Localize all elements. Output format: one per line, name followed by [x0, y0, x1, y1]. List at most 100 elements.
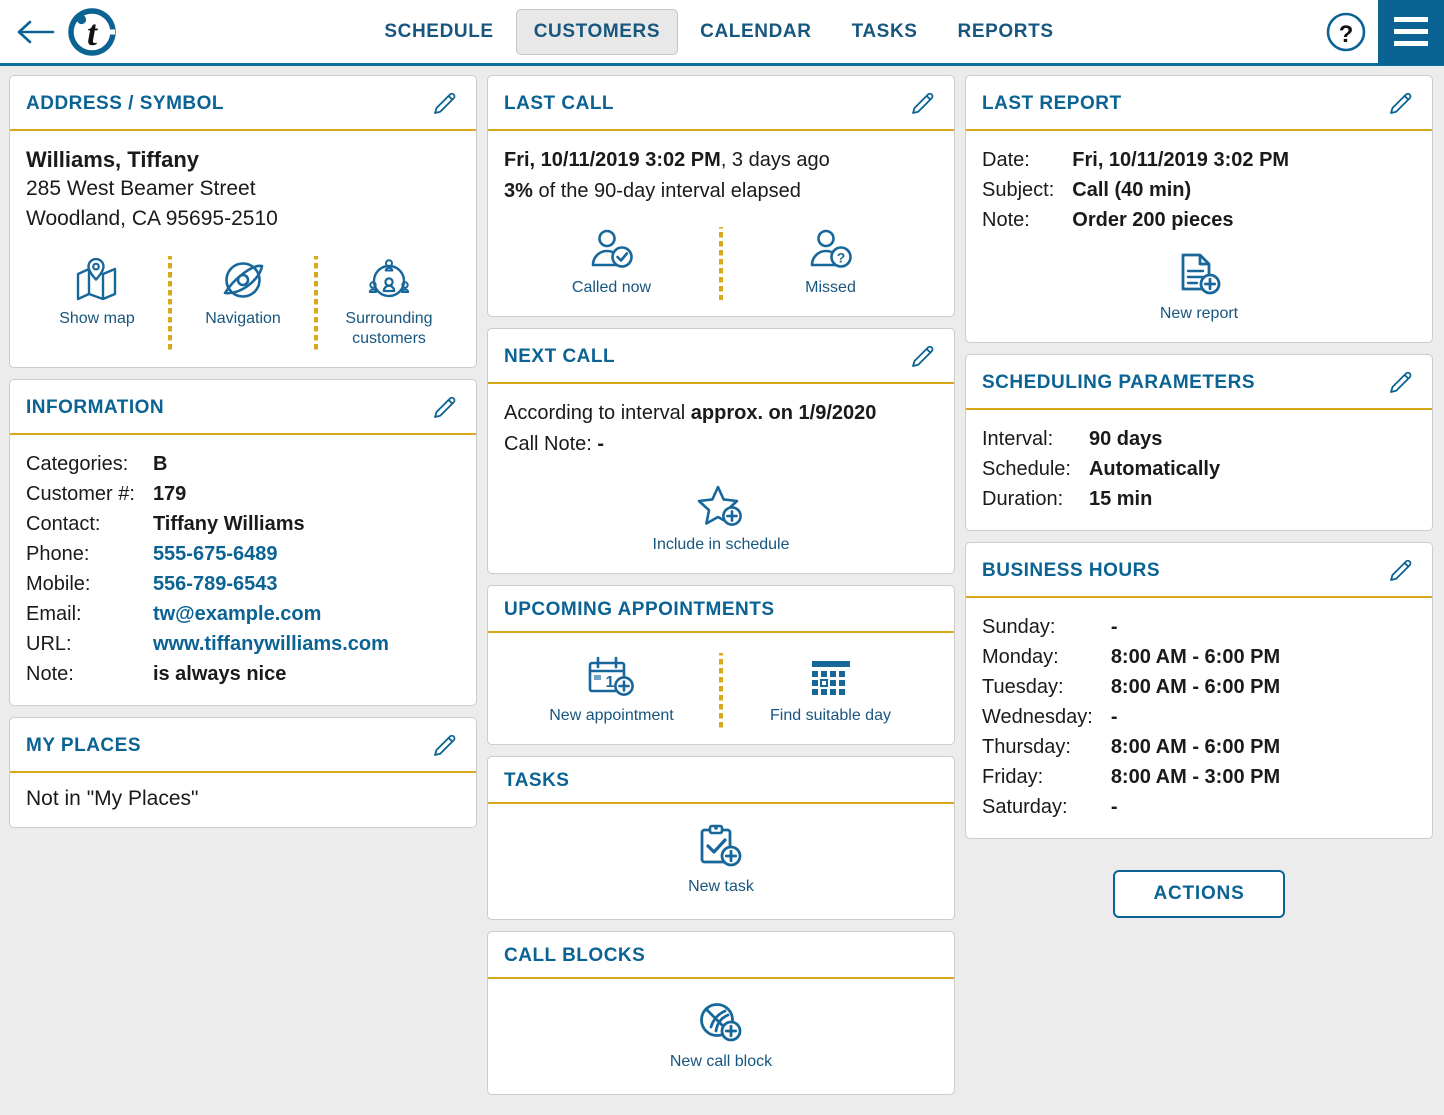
nav-item-schedule[interactable]: SCHEDULE [366, 9, 511, 55]
left-column: ADDRESS / SYMBOL Williams, Tiffany 285 W… [9, 75, 477, 829]
row-key: Note: [982, 209, 1030, 231]
pencil-icon[interactable] [430, 393, 460, 423]
pencil-icon[interactable] [430, 89, 460, 119]
list-item: Categories: B [26, 449, 389, 479]
phone-link[interactable]: 555-675-6489 [153, 539, 389, 569]
panel-header: LAST CALL [488, 76, 954, 131]
panel-header: BUSINESS HOURS [966, 543, 1432, 598]
list-item: Email: tw@example.com [26, 599, 389, 629]
information-panel: INFORMATION Categories: B Customer #: 17… [9, 379, 477, 707]
call-blocks-actions: New call block [504, 997, 938, 1074]
row-key: Saturday: [982, 796, 1068, 818]
logo-icon: t [68, 7, 116, 56]
next-call-panel: NEXT CALL According to interval approx. … [487, 328, 955, 574]
svg-text:?: ? [1339, 21, 1354, 48]
svg-text:?: ? [836, 250, 845, 266]
list-item: Date: Fri, 10/11/2019 3:02 PM [982, 145, 1289, 175]
pencil-icon[interactable] [1386, 556, 1416, 586]
row-value: Tiffany Williams [152, 513, 305, 536]
nav-item-tasks[interactable]: TASKS [834, 9, 936, 55]
pencil-icon[interactable] [1386, 89, 1416, 119]
list-item: Tuesday: 8:00 AM - 6:00 PM [982, 672, 1280, 702]
my-places-panel: MY PLACES Not in "My Places" [9, 717, 477, 829]
row-value: 8:00 AM - 3:00 PM [1110, 766, 1281, 788]
surrounding-customers-action[interactable]: Surrounding customers [318, 256, 460, 351]
panel-body: Not in "My Places" [10, 773, 476, 827]
panel-title: BUSINESS HOURS [982, 560, 1161, 581]
next-call-interval-line: According to interval approx. on 1/9/202… [504, 398, 938, 429]
pencil-icon[interactable] [430, 731, 460, 761]
panel-body: New task [488, 804, 954, 919]
nav-item-reports[interactable]: REPORTS [940, 9, 1072, 55]
row-value: Automatically [1088, 458, 1221, 480]
address-symbol-panel: ADDRESS / SYMBOL Williams, Tiffany 285 W… [9, 75, 477, 369]
upcoming-actions: 1 New appointment Find suitable day [504, 653, 938, 728]
pencil-icon[interactable] [908, 89, 938, 119]
new-report-action[interactable]: New report [1156, 249, 1242, 326]
row-key: Monday: [982, 646, 1059, 668]
list-item: Sunday: - [982, 612, 1280, 642]
list-item: Interval: 90 days [982, 424, 1220, 454]
panel-body: Sunday: - Monday: 8:00 AM - 6:00 PM Tues… [966, 598, 1432, 838]
find-suitable-day-action[interactable]: Find suitable day [723, 653, 938, 728]
back-button[interactable] [8, 0, 64, 65]
svg-text:t: t [87, 13, 98, 53]
panel-title: MY PLACES [26, 735, 142, 757]
url-link[interactable]: www.tiffanywilliams.com [153, 629, 389, 659]
include-in-schedule-label: Include in schedule [652, 536, 790, 553]
help-button[interactable]: ? [1320, 6, 1372, 58]
actions-button-container: ACTIONS [965, 850, 1433, 918]
list-item: Saturday: - [982, 792, 1280, 822]
last-call-actions: Called now ? Missed [504, 227, 938, 300]
hamburger-menu-icon [1394, 41, 1428, 46]
row-key: Sunday: [982, 616, 1056, 638]
row-key: Contact: [26, 513, 101, 536]
list-item: Customer #: 179 [26, 479, 389, 509]
row-value: is always nice [152, 663, 287, 686]
missed-action[interactable]: ? Missed [723, 227, 938, 300]
missed-label: Missed [805, 279, 856, 296]
mobile-link[interactable]: 556-789-6543 [153, 569, 389, 599]
row-value: B [152, 453, 168, 476]
row-value: 8:00 AM - 6:00 PM [1110, 676, 1281, 698]
app-logo[interactable]: t [66, 6, 118, 58]
panel-header: TASKS [488, 757, 954, 804]
document-plus-icon [1181, 253, 1221, 295]
called-now-action[interactable]: Called now [504, 227, 719, 300]
nav-item-calendar[interactable]: CALENDAR [682, 9, 829, 55]
include-in-schedule-action[interactable]: Include in schedule [649, 482, 794, 557]
row-value: - [1110, 706, 1118, 728]
actions-button[interactable]: ACTIONS [1113, 870, 1285, 918]
panel-title: TASKS [504, 770, 570, 791]
show-map-action[interactable]: Show map [26, 256, 168, 351]
panel-header: UPCOMING APPOINTMENTS [488, 586, 954, 633]
list-item: Subject: Call (40 min) [982, 175, 1289, 205]
panel-header: INFORMATION [10, 380, 476, 436]
last-report-list: Date: Fri, 10/11/2019 3:02 PM Subject: C… [982, 145, 1289, 235]
panel-header: LAST REPORT [966, 76, 1432, 131]
panel-body: Williams, Tiffany 285 West Beamer Street… [10, 131, 476, 367]
app-header: t SCHEDULE CUSTOMERS CALENDAR TASKS REPO… [0, 0, 1444, 66]
row-key: Thursday: [982, 736, 1071, 758]
call-block-plus-icon [700, 1003, 742, 1042]
new-task-action[interactable]: New task [684, 822, 758, 899]
calendar-plus-icon: 1 [588, 656, 634, 696]
list-item: Schedule: Automatically [982, 454, 1220, 484]
last-call-datetime-line: Fri, 10/11/2019 3:02 PM, 3 days ago [504, 145, 938, 176]
pencil-icon[interactable] [908, 342, 938, 372]
new-appointment-action[interactable]: 1 New appointment [504, 653, 719, 728]
hamburger-menu-button[interactable] [1378, 0, 1444, 65]
row-key: Mobile: [26, 573, 91, 596]
email-link[interactable]: tw@example.com [153, 599, 389, 629]
map-pin-icon [76, 258, 117, 301]
new-call-block-action[interactable]: New call block [666, 997, 776, 1074]
nav-item-customers[interactable]: CUSTOMERS [515, 8, 679, 55]
pencil-icon[interactable] [1386, 368, 1416, 398]
panel-body: Categories: B Customer #: 179 Contact: T… [10, 435, 476, 705]
navigation-action[interactable]: Navigation [172, 256, 314, 351]
panel-title: CALL BLOCKS [504, 945, 646, 966]
person-check-icon [591, 229, 633, 268]
row-value: 8:00 AM - 6:00 PM [1110, 646, 1281, 668]
surrounding-customers-label: Surrounding customers [345, 310, 433, 348]
row-value: Call (40 min) [1072, 179, 1192, 201]
